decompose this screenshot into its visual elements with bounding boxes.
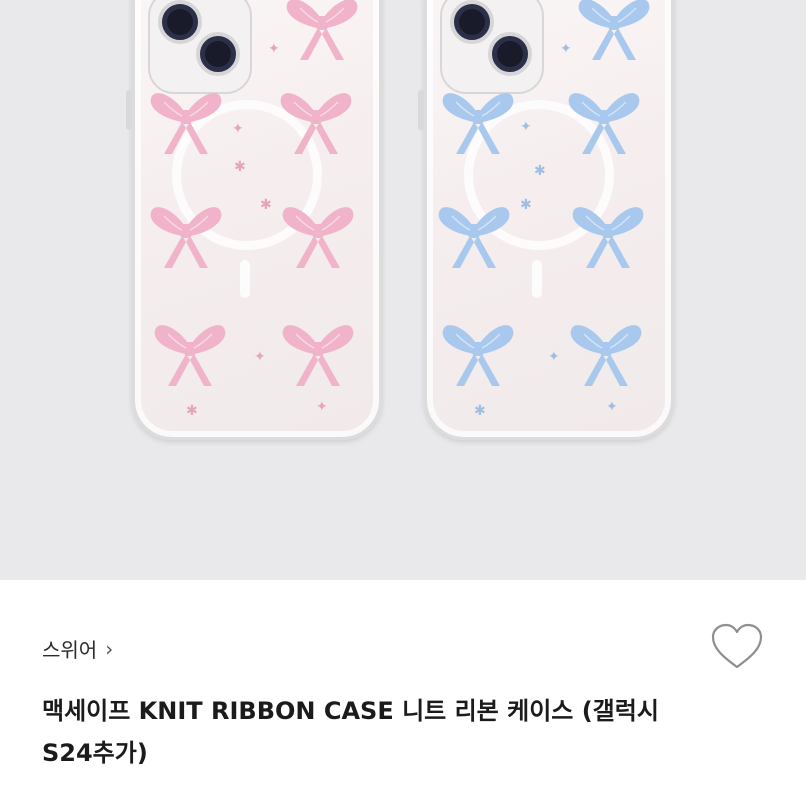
sparkle-icon: ✱ bbox=[474, 403, 486, 419]
ribbon-bow-icon bbox=[571, 206, 645, 269]
camera-lens-icon bbox=[196, 32, 240, 76]
sparkle-icon: ✱ bbox=[534, 163, 546, 179]
ribbon-bow-icon bbox=[149, 206, 223, 269]
ribbon-bow-icon bbox=[577, 0, 651, 61]
ribbon-bow-icon bbox=[567, 92, 641, 155]
sparkle-icon: ✦ bbox=[232, 121, 244, 137]
ribbon-bow-icon bbox=[279, 92, 353, 155]
camera-lens-icon bbox=[488, 32, 532, 76]
sparkle-icon: ✱ bbox=[260, 197, 272, 213]
sparkle-icon: ✦ bbox=[560, 41, 572, 57]
chevron-right-icon: › bbox=[105, 636, 114, 661]
case-blue: ✦ ✦ ✱ ✱ ✦ ✱ ✦ bbox=[418, 0, 674, 440]
ribbon-bow-icon bbox=[441, 92, 515, 155]
magsafe-bar bbox=[240, 260, 250, 298]
product-title: 맥세이프 KNIT RIBBON CASE 니트 리본 케이스 (갤럭시S24추… bbox=[42, 697, 659, 767]
brand-link[interactable]: 스위어 › bbox=[42, 634, 113, 663]
ribbon-bow-icon bbox=[441, 324, 515, 387]
ribbon-bow-icon bbox=[281, 206, 355, 269]
sparkle-icon: ✦ bbox=[316, 399, 328, 415]
magsafe-bar bbox=[532, 260, 542, 298]
sparkle-icon: ✦ bbox=[520, 119, 532, 135]
side-button bbox=[126, 90, 132, 130]
sparkle-icon: ✦ bbox=[254, 349, 266, 365]
ribbon-bow-icon bbox=[285, 0, 359, 61]
case-pink: ✦ ✦ ✱ ✱ ✦ ✱ ✦ bbox=[126, 0, 382, 440]
camera-lens-icon bbox=[450, 0, 494, 44]
sparkle-icon: ✦ bbox=[548, 349, 560, 365]
brand-name[interactable]: 스위어 bbox=[42, 634, 97, 663]
ribbon-bow-icon bbox=[149, 92, 223, 155]
product-image[interactable]: ✦ ✦ ✱ ✱ ✦ ✱ ✦ ✦ ✦ ✱ ✱ ✦ ✱ ✦ bbox=[0, 0, 806, 580]
side-button bbox=[418, 90, 424, 130]
ribbon-bow-icon bbox=[437, 206, 511, 269]
ribbon-bow-icon bbox=[281, 324, 355, 387]
camera-block bbox=[440, 0, 544, 94]
sparkle-icon: ✦ bbox=[606, 399, 618, 415]
camera-lens-icon bbox=[158, 0, 202, 44]
heart-outline-icon[interactable] bbox=[710, 622, 764, 672]
sparkle-icon: ✱ bbox=[186, 403, 198, 419]
sparkle-icon: ✱ bbox=[520, 197, 532, 213]
sparkle-icon: ✱ bbox=[234, 159, 246, 175]
ribbon-bow-icon bbox=[153, 324, 227, 387]
camera-block bbox=[148, 0, 252, 94]
ribbon-bow-icon bbox=[569, 324, 643, 387]
sparkle-icon: ✦ bbox=[268, 41, 280, 57]
